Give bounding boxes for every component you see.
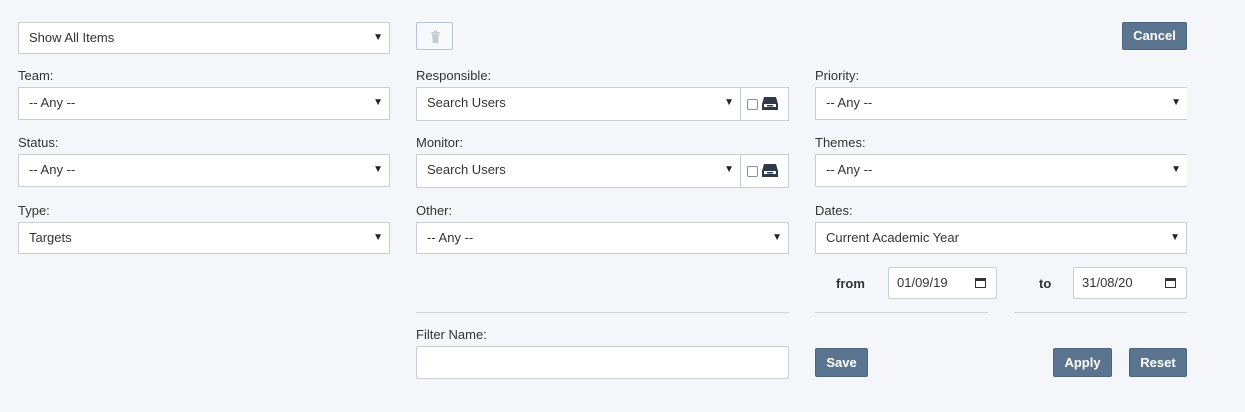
divider	[416, 312, 789, 313]
responsible-combo[interactable]: Search Users ▼	[416, 87, 789, 121]
team-label: Team:	[18, 68, 54, 83]
to-label: to	[1039, 276, 1052, 291]
calendar-icon[interactable]	[1165, 277, 1176, 288]
monitor-combo[interactable]: Search Users ▼	[416, 154, 789, 188]
inbox-icon[interactable]	[761, 162, 779, 178]
dates-select[interactable]: Current Academic Year ▼	[815, 222, 1187, 254]
chevron-down-icon: ▼	[1171, 164, 1181, 175]
dates-select-value: Current Academic Year	[826, 230, 959, 245]
chevron-down-icon: ▼	[373, 232, 383, 243]
inbox-icon[interactable]	[761, 95, 779, 111]
chevron-down-icon: ▼	[1170, 232, 1180, 243]
themes-select-value: -- Any --	[826, 162, 873, 177]
priority-label: Priority:	[815, 68, 860, 83]
themes-label: Themes:	[815, 135, 866, 150]
responsible-select-value: Search Users	[427, 95, 506, 110]
chevron-down-icon: ▼	[772, 232, 782, 243]
from-label: from	[836, 276, 865, 291]
chevron-down-icon[interactable]: ▼	[724, 155, 734, 185]
chevron-down-icon[interactable]: ▼	[724, 88, 734, 118]
monitor-select-value: Search Users	[427, 162, 506, 177]
monitor-extras	[740, 155, 788, 187]
chevron-down-icon: ▼	[373, 32, 383, 43]
from-date-input[interactable]: 01/09/19	[888, 267, 997, 299]
status-select[interactable]: -- Any -- ▼	[18, 154, 390, 187]
other-label: Other:	[416, 203, 453, 218]
type-select-value: Targets	[29, 230, 72, 245]
from-date-value: 01/09/19	[897, 275, 948, 290]
priority-select-value: -- Any --	[826, 95, 873, 110]
chevron-down-icon: ▼	[373, 97, 383, 108]
apply-button[interactable]: Apply	[1053, 348, 1112, 377]
other-select[interactable]: -- Any -- ▼	[416, 222, 789, 254]
view-select[interactable]: Show All Items ▼	[18, 22, 390, 54]
save-button[interactable]: Save	[815, 348, 868, 377]
status-label: Status:	[18, 135, 59, 150]
team-select-value: -- Any --	[29, 95, 76, 110]
cancel-button[interactable]: Cancel	[1122, 22, 1187, 50]
view-select-value: Show All Items	[29, 30, 115, 45]
chevron-down-icon: ▼	[373, 164, 383, 175]
themes-select[interactable]: -- Any -- ▼	[815, 154, 1187, 187]
monitor-checkbox[interactable]	[747, 166, 758, 177]
chevron-down-icon: ▼	[1171, 97, 1181, 108]
other-select-value: -- Any --	[427, 230, 474, 245]
monitor-label: Monitor:	[416, 135, 463, 150]
divider	[815, 312, 988, 313]
team-select[interactable]: -- Any -- ▼	[18, 87, 390, 120]
reset-button[interactable]: Reset	[1129, 348, 1187, 377]
to-date-input[interactable]: 31/08/20	[1073, 267, 1187, 299]
to-date-value: 31/08/20	[1082, 275, 1133, 290]
delete-filter-button[interactable]	[416, 22, 453, 50]
type-select[interactable]: Targets ▼	[18, 222, 390, 254]
responsible-extras	[740, 88, 788, 120]
divider	[1014, 312, 1187, 313]
priority-select[interactable]: -- Any -- ▼	[815, 87, 1187, 120]
filter-name-label: Filter Name:	[416, 327, 487, 342]
responsible-checkbox[interactable]	[747, 99, 758, 110]
filter-name-input[interactable]	[416, 346, 789, 379]
calendar-icon[interactable]	[975, 277, 986, 288]
responsible-label: Responsible:	[416, 68, 492, 83]
type-label: Type:	[18, 203, 50, 218]
dates-label: Dates:	[815, 203, 853, 218]
status-select-value: -- Any --	[29, 162, 76, 177]
trash-icon	[431, 30, 440, 43]
